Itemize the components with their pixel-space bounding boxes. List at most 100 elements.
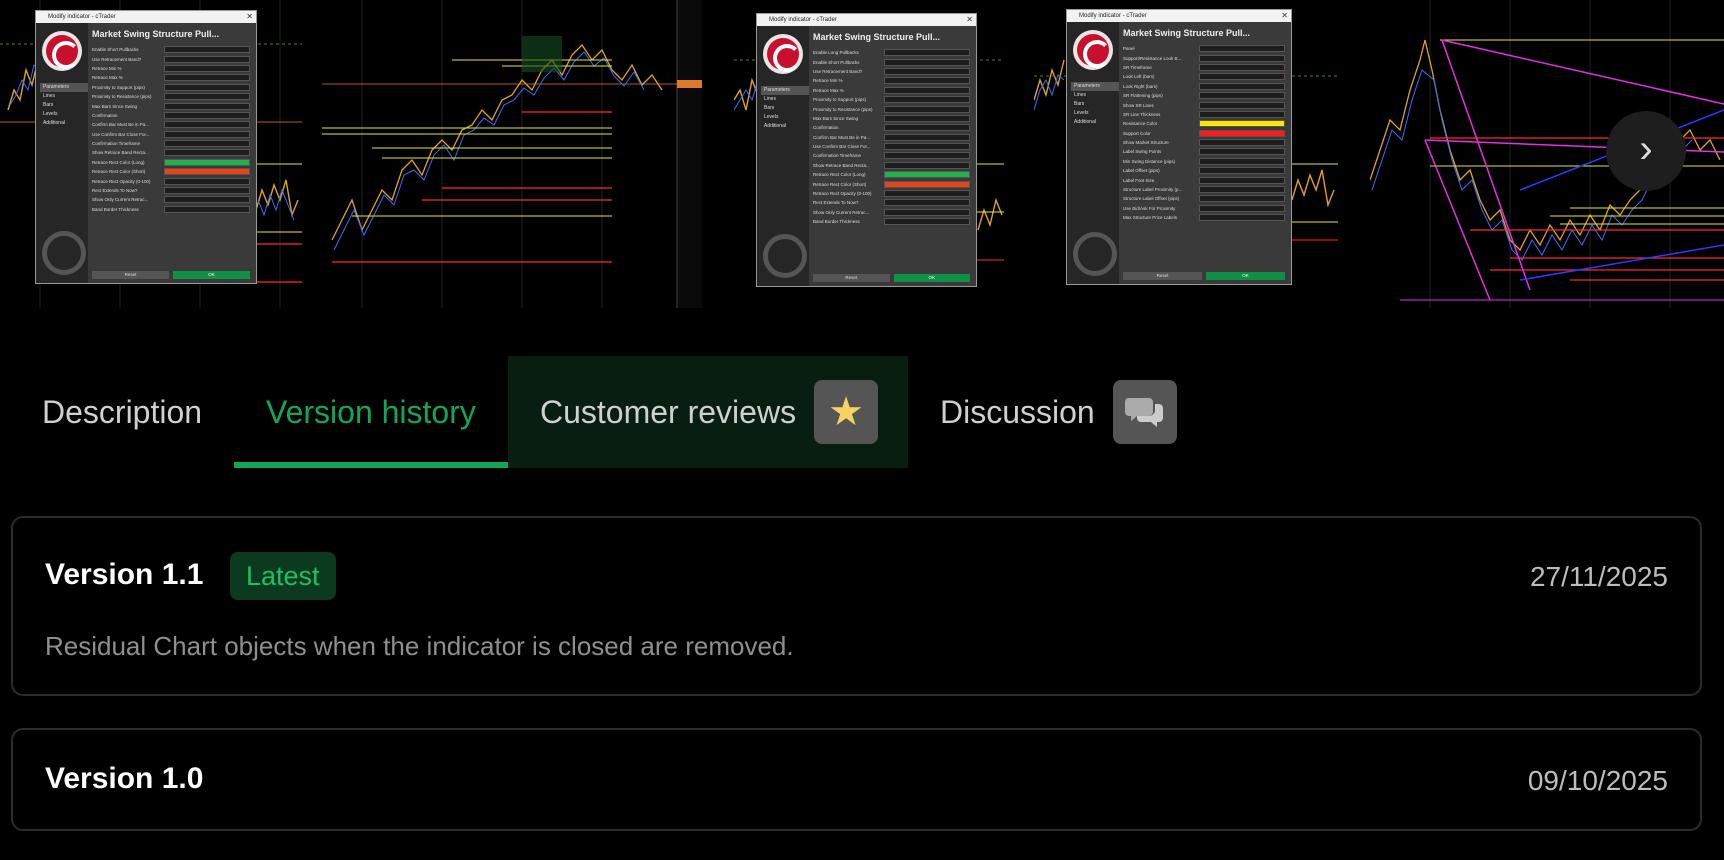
color-swatch-orange[interactable]	[164, 168, 250, 176]
screenshot-thumbnail[interactable]	[322, 0, 702, 308]
nav-additional[interactable]: Additional	[1071, 118, 1119, 127]
nav-lines[interactable]: Lines	[40, 92, 88, 101]
param-value[interactable]	[1199, 176, 1285, 184]
watermark-logo-icon	[763, 234, 807, 278]
ok-button[interactable]: OK	[1206, 272, 1285, 280]
param-label: Show Retrace Band Recta...	[92, 150, 149, 156]
color-swatch-yellow[interactable]	[1199, 120, 1285, 128]
param-value[interactable]	[164, 111, 250, 119]
nav-parameters[interactable]: Parameters	[1071, 82, 1119, 91]
color-swatch-red[interactable]	[1199, 129, 1285, 137]
param-value[interactable]	[884, 58, 970, 66]
tab-customer-reviews[interactable]: Customer reviews ★	[508, 356, 908, 468]
nav-levels[interactable]: Levels	[761, 113, 809, 122]
close-icon[interactable]: ✕	[966, 14, 973, 26]
nav-parameters[interactable]: Parameters	[761, 86, 809, 95]
param-value[interactable]	[1199, 54, 1285, 62]
param-value[interactable]	[164, 74, 250, 82]
param-value[interactable]	[884, 96, 970, 104]
nav-additional[interactable]: Additional	[40, 119, 88, 128]
param-value[interactable]	[1199, 82, 1285, 90]
param-value[interactable]	[1199, 92, 1285, 100]
param-label: Structure Label Proximity (p...	[1123, 187, 1183, 193]
param-value[interactable]	[884, 133, 970, 141]
ok-button[interactable]: OK	[173, 271, 250, 279]
param-value[interactable]	[1199, 195, 1285, 203]
param-value[interactable]	[164, 55, 250, 63]
param-value[interactable]	[164, 196, 250, 204]
param-value[interactable]	[1199, 101, 1285, 109]
color-swatch-green[interactable]	[884, 171, 970, 179]
tab-description[interactable]: Description	[0, 356, 234, 468]
param-value[interactable]	[884, 152, 970, 160]
param-value[interactable]	[164, 177, 250, 185]
param-value[interactable]	[1199, 214, 1285, 222]
ok-button[interactable]: OK	[893, 274, 970, 282]
star-glyph: ★	[828, 390, 864, 434]
param-value[interactable]	[1199, 157, 1285, 165]
param-label: Support/Resistance Look B...	[1123, 55, 1182, 61]
param-row: Confirmation	[813, 123, 970, 132]
param-value[interactable]	[164, 140, 250, 148]
param-value[interactable]	[164, 205, 250, 213]
color-swatch-orange[interactable]	[884, 180, 970, 188]
param-value[interactable]	[1199, 139, 1285, 147]
param-value[interactable]	[164, 46, 250, 54]
param-value[interactable]	[884, 190, 970, 198]
next-slide-button[interactable]: ›	[1606, 111, 1686, 191]
color-swatch-green[interactable]	[164, 158, 250, 166]
param-value[interactable]	[164, 83, 250, 91]
dialog-titlebar: Modify indicator - cTrader ✕	[1067, 10, 1291, 22]
param-value[interactable]	[164, 149, 250, 157]
param-value[interactable]	[884, 143, 970, 151]
param-value[interactable]	[884, 86, 970, 94]
param-value[interactable]	[884, 105, 970, 113]
nav-additional[interactable]: Additional	[761, 122, 809, 131]
reset-button[interactable]: Reset	[813, 274, 890, 282]
param-value[interactable]	[164, 64, 250, 72]
param-value[interactable]	[1199, 148, 1285, 156]
screenshot-thumbnail[interactable]: Modify indicator - cTrader ✕ Parameters L…	[734, 0, 1004, 308]
param-value[interactable]	[884, 208, 970, 216]
screenshot-thumbnail[interactable]: Modify indicator - cTrader ✕ Parameters L…	[0, 0, 302, 308]
param-value[interactable]	[884, 67, 970, 75]
nav-lines[interactable]: Lines	[1071, 91, 1119, 100]
param-value[interactable]	[164, 130, 250, 138]
reset-button[interactable]: Reset	[92, 271, 169, 279]
param-value[interactable]	[1199, 110, 1285, 118]
param-value[interactable]	[1199, 167, 1285, 175]
param-value[interactable]	[164, 121, 250, 129]
nav-lines[interactable]: Lines	[761, 95, 809, 104]
param-value[interactable]	[1199, 45, 1285, 53]
param-value[interactable]	[164, 93, 250, 101]
nav-bars[interactable]: Bars	[761, 104, 809, 113]
param-value[interactable]	[884, 114, 970, 122]
screenshot-thumbnail[interactable]: Modify indicator - cTrader ✕ Parameters L…	[1034, 0, 1338, 308]
param-value[interactable]	[164, 102, 250, 110]
param-value[interactable]	[1199, 63, 1285, 71]
reset-button[interactable]: Reset	[1123, 272, 1202, 280]
param-value[interactable]	[884, 124, 970, 132]
param-value[interactable]	[884, 77, 970, 85]
param-row: Retrace Rect Opacity (0-100)	[92, 176, 250, 185]
tab-label: Description	[42, 393, 203, 430]
close-icon[interactable]: ✕	[246, 11, 253, 23]
param-value[interactable]	[1199, 73, 1285, 81]
param-value[interactable]	[884, 49, 970, 57]
param-value[interactable]	[1199, 186, 1285, 194]
nav-bars[interactable]: Bars	[1071, 100, 1119, 109]
nav-bars[interactable]: Bars	[40, 101, 88, 110]
param-label: Min Swing Distance (pips)	[1123, 158, 1176, 164]
nav-parameters[interactable]: Parameters	[40, 83, 88, 92]
tab-version-history[interactable]: Version history	[234, 356, 508, 468]
tab-discussion[interactable]: Discussion	[908, 356, 1208, 468]
nav-levels[interactable]: Levels	[40, 110, 88, 119]
param-value[interactable]	[884, 218, 970, 226]
nav-levels[interactable]: Levels	[1071, 109, 1119, 118]
param-value[interactable]	[884, 161, 970, 169]
version-notes: Residual Chart objects when the indicato…	[45, 631, 794, 661]
param-value[interactable]	[884, 199, 970, 207]
close-icon[interactable]: ✕	[1281, 10, 1288, 22]
param-value[interactable]	[1199, 204, 1285, 212]
param-value[interactable]	[164, 187, 250, 195]
